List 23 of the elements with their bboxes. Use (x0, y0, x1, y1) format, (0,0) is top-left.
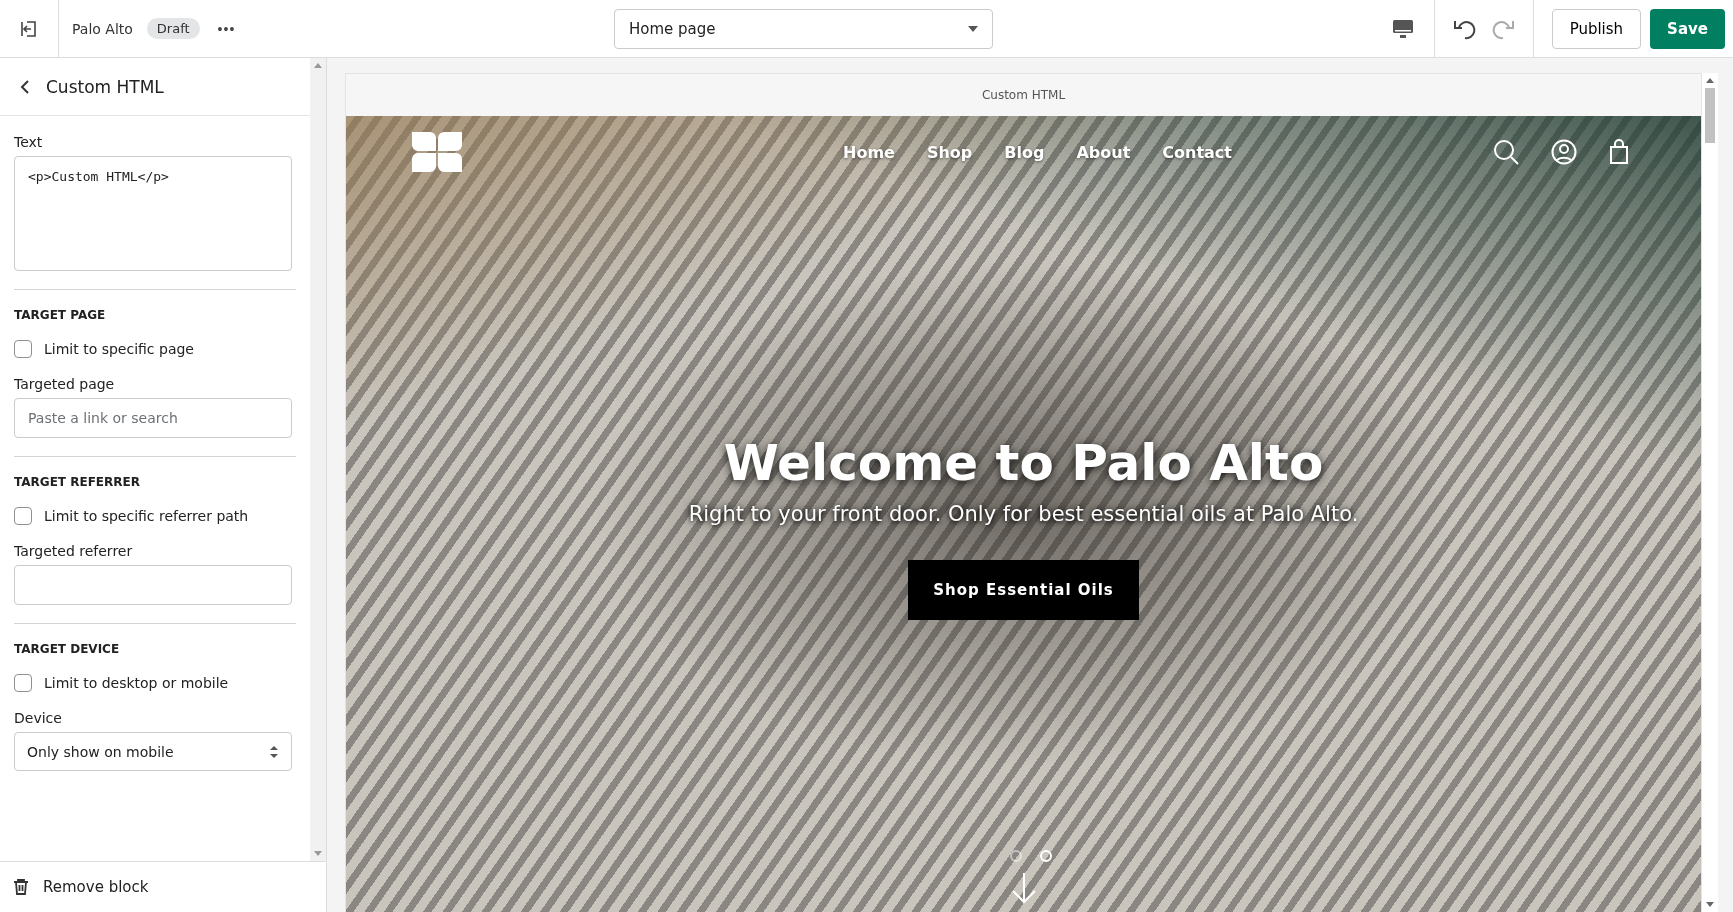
publish-button[interactable]: Publish (1551, 8, 1642, 49)
store-name: Palo Alto (72, 20, 133, 37)
checkbox-label: Limit to specific referrer path (44, 508, 249, 524)
panel-title: Custom HTML (46, 76, 164, 97)
hero-subheading: Right to your front door. Only for best essential oils at Palo Alto. (688, 502, 1359, 526)
more-button[interactable]: ••• (217, 20, 236, 37)
checkbox-label: Limit to specific page (44, 341, 194, 357)
section-heading: TARGET DEVICE (14, 642, 120, 656)
section-heading: TARGET REFERRER (14, 475, 140, 489)
field-label: Targeted page (14, 376, 115, 392)
field-label: Targeted referrer (14, 543, 133, 559)
page-select[interactable]: Home page (614, 8, 993, 49)
text-input[interactable]: Paste a link or search (14, 398, 292, 438)
status-badge: Draft (146, 18, 200, 39)
html-textarea[interactable]: <p>Custom HTML</p> (14, 156, 292, 271)
save-button[interactable]: Save (1650, 8, 1725, 49)
hero-heading: Welcome to Palo Alto (723, 434, 1324, 492)
section-heading: TARGET PAGE (14, 308, 106, 322)
device-select[interactable]: Only show on mobile (14, 732, 292, 771)
checkbox-label: Limit to desktop or mobile (44, 675, 229, 691)
cta-button[interactable]: Shop Essential Oils (908, 560, 1139, 620)
field-label: Text (14, 134, 43, 150)
field-label: Device (14, 710, 62, 726)
